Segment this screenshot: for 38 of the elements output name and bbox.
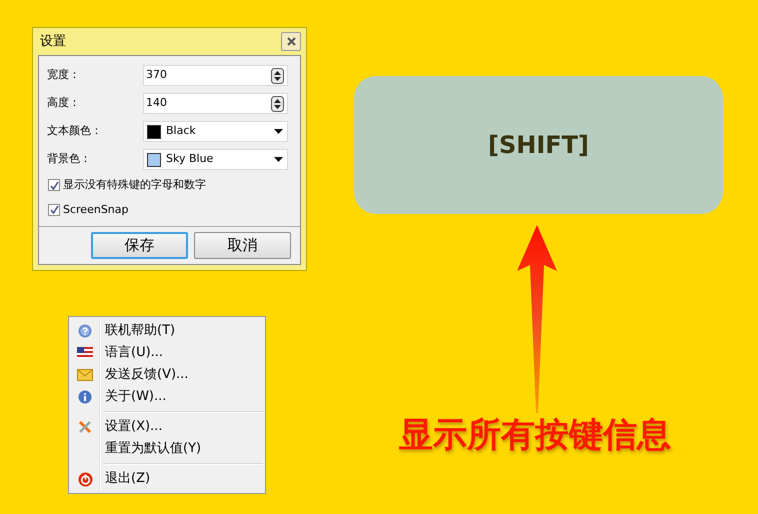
menu-item[interactable]: 联机帮助(T) bbox=[71, 320, 263, 342]
checkbox-box[interactable] bbox=[48, 204, 60, 216]
field-label: 宽度： bbox=[47, 67, 80, 84]
close-button[interactable] bbox=[281, 32, 301, 51]
menu-item[interactable]: 设置(X)... bbox=[71, 416, 263, 438]
key-text: [SHIFT] bbox=[488, 130, 589, 161]
field-label: 文本颜色： bbox=[47, 123, 102, 140]
number-field[interactable]: 140 bbox=[143, 93, 288, 114]
checkbox[interactable]: 显示没有特殊键的字母和数字 bbox=[48, 177, 292, 194]
dropdown-caret-icon[interactable] bbox=[274, 129, 283, 134]
menu-item[interactable]: 语言(U)... bbox=[71, 342, 263, 364]
menu-item[interactable]: 发送反馈(V)... bbox=[71, 364, 263, 386]
check-icon bbox=[50, 180, 58, 190]
help-icon bbox=[78, 324, 92, 338]
close-icon bbox=[286, 37, 296, 46]
color-dropdown[interactable]: Sky Blue bbox=[143, 149, 288, 170]
power-icon bbox=[78, 472, 92, 486]
check-icon bbox=[50, 205, 58, 214]
spin-arrows-icon[interactable] bbox=[271, 96, 284, 112]
flag-icon bbox=[77, 347, 93, 359]
window-title: 设置 bbox=[39, 32, 66, 51]
dialog-button[interactable]: 保存 bbox=[91, 232, 188, 259]
checkbox-box[interactable] bbox=[48, 179, 60, 192]
field-label: 高度： bbox=[47, 95, 80, 112]
envelope-icon bbox=[77, 369, 93, 381]
tools-icon bbox=[78, 420, 92, 434]
menu-item[interactable]: 重置为默认值(Y) bbox=[71, 438, 263, 460]
dropdown-caret-icon[interactable] bbox=[274, 157, 283, 162]
menu-item[interactable]: 关于(W)... bbox=[71, 386, 263, 408]
checkbox[interactable]: ScreenSnap bbox=[48, 202, 292, 218]
menu-item[interactable]: 退出(Z) bbox=[71, 468, 263, 490]
spin-arrows-icon[interactable] bbox=[271, 68, 284, 84]
number-field[interactable]: 370 bbox=[143, 65, 288, 86]
caption: 显示所有按键信息 bbox=[399, 414, 671, 457]
color-dropdown[interactable]: Black bbox=[143, 121, 288, 142]
dialog-button[interactable]: 取消 bbox=[194, 232, 291, 259]
info-icon bbox=[78, 390, 92, 404]
field-label: 背景色： bbox=[47, 151, 91, 168]
